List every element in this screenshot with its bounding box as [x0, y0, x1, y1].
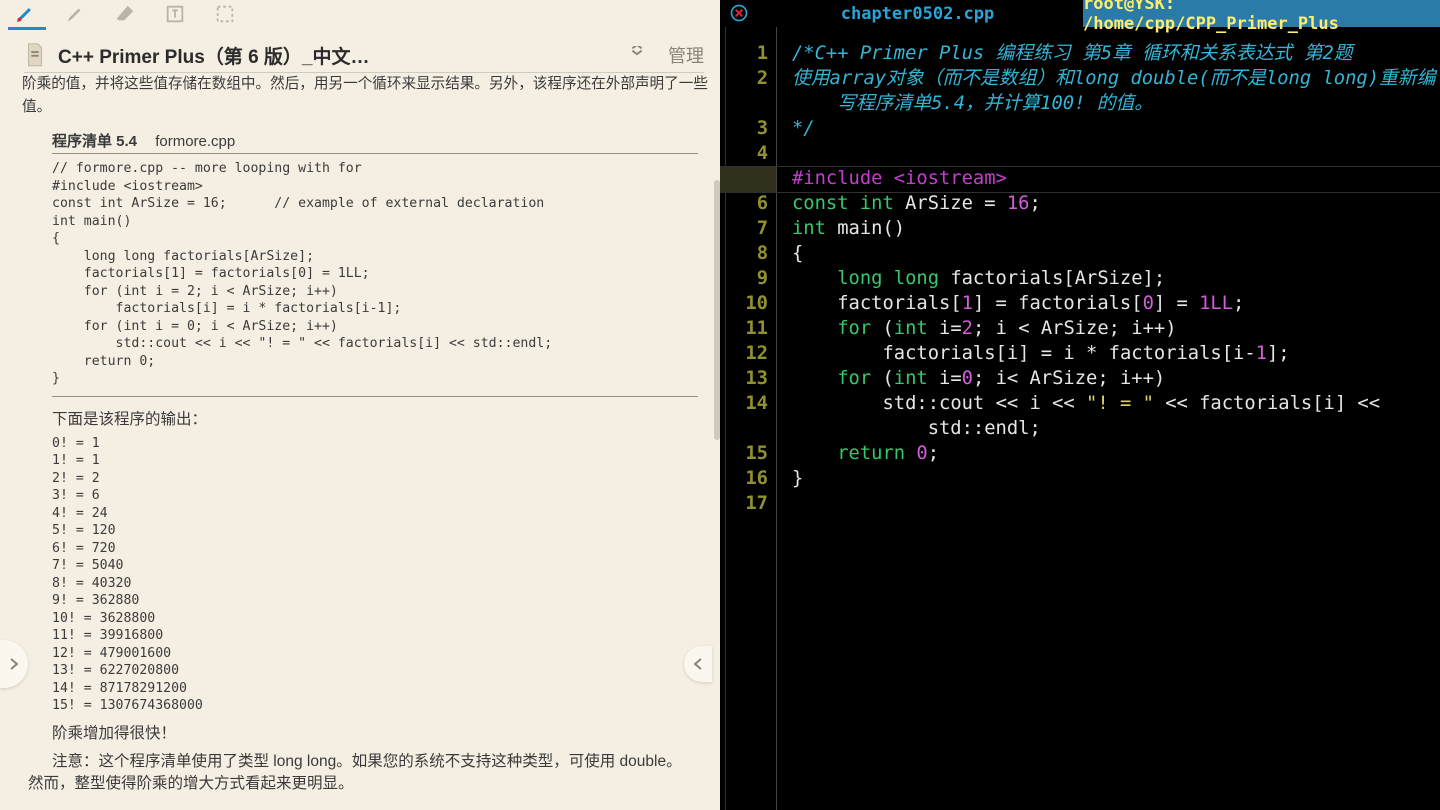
fast-remark: 阶乘增加得很快！ — [52, 721, 708, 743]
tab-file[interactable]: chapter0502.cpp — [752, 0, 1083, 27]
code-content: std::cout << i << "! = " << factorials[i… — [772, 391, 1380, 416]
selection-icon[interactable] — [214, 3, 236, 25]
document-body[interactable]: 阶乘的值，并将这些值存储在数组中。然后，用另一个循环来显示结果。另外，该程序还在… — [22, 73, 708, 810]
code-line[interactable]: 14 std::cout << i << "! = " << factorial… — [720, 391, 1440, 416]
code-content: /*C++ Primer Plus 编程练习 第5章 循环和关系表达式 第2题 — [772, 41, 1353, 66]
code-area[interactable]: 1/*C++ Primer Plus 编程练习 第5章 循环和关系表达式 第2题… — [720, 41, 1440, 516]
code-line[interactable]: 15 return 0; — [720, 441, 1440, 466]
line-number: 6 — [720, 191, 772, 216]
code-line[interactable]: 3*/ — [720, 116, 1440, 141]
tab-file-label: chapter0502.cpp — [841, 4, 995, 24]
code-content: int main() — [772, 216, 905, 241]
code-line[interactable]: 5#include <iostream> — [720, 166, 1440, 191]
code-content — [772, 141, 792, 166]
line-number: 14 — [720, 391, 772, 416]
code-line[interactable]: 11 for (int i=2; i < ArSize; i++) — [720, 316, 1440, 341]
title-dropdown-icon[interactable] — [630, 46, 644, 65]
document-icon — [24, 42, 46, 68]
pdf-reader-pane: C++ Primer Plus（第 6 版）_中文… 管理 阶乘的值，并将这些值… — [0, 0, 720, 810]
line-number: 16 — [720, 466, 772, 491]
note-paragraph: 注意：这个程序清单使用了类型 long long。如果您的系统不支持这种类型，可… — [28, 751, 684, 796]
eraser-icon[interactable] — [114, 3, 136, 25]
output-intro: 下面是该程序的输出： — [52, 407, 708, 429]
highlighter-icon[interactable] — [64, 3, 86, 25]
code-content: */ — [772, 116, 815, 141]
line-number: 4 — [720, 141, 772, 166]
line-number — [720, 91, 772, 116]
code-line[interactable]: 4 — [720, 141, 1440, 166]
line-number: 1 — [720, 41, 772, 66]
code-editor-pane: chapter0502.cpp root@YSK: /home/cpp/CPP_… — [720, 0, 1440, 810]
code-content: { — [772, 241, 803, 266]
code-line[interactable]: 13 for (int i=0; i< ArSize; i++) — [720, 366, 1440, 391]
code-content: 使用array对象（而不是数组）和long double(而不是long lon… — [772, 66, 1435, 91]
code-content: factorials[i] = i * factorials[i-1]; — [772, 341, 1290, 366]
listing-rule-top — [52, 153, 698, 154]
annotation-toolbar — [0, 0, 236, 28]
line-number: 2 — [720, 66, 772, 91]
line-number — [720, 416, 772, 441]
line-number: 5 — [720, 166, 772, 191]
manage-button[interactable]: 管理 — [668, 42, 704, 68]
code-content: return 0; — [772, 441, 939, 466]
code-line[interactable]: 8{ — [720, 241, 1440, 266]
text-box-icon[interactable] — [164, 3, 186, 25]
close-icon[interactable] — [726, 0, 752, 26]
line-number: 7 — [720, 216, 772, 241]
code-editor[interactable]: 1/*C++ Primer Plus 编程练习 第5章 循环和关系表达式 第2题… — [720, 27, 1440, 810]
code-line[interactable]: 2使用array对象（而不是数组）和long double(而不是long lo… — [720, 66, 1440, 91]
code-content — [772, 491, 792, 516]
code-content: for (int i=2; i < ArSize; i++) — [772, 316, 1177, 341]
listing-filename: formore.cpp — [155, 133, 235, 150]
code-content: 写程序清单5.4，并计算100! 的值。 — [772, 91, 1153, 116]
line-number: 15 — [720, 441, 772, 466]
line-number: 11 — [720, 316, 772, 341]
line-number: 13 — [720, 366, 772, 391]
tab-terminal[interactable]: root@YSK: /home/cpp/CPP_Primer_Plus — [1083, 0, 1440, 27]
code-line[interactable]: 9 long long factorials[ArSize]; — [720, 266, 1440, 291]
code-line[interactable]: std::endl; — [720, 416, 1440, 441]
active-tool-underline — [8, 27, 46, 30]
listing-rule-bottom — [52, 396, 698, 397]
code-line[interactable]: 1/*C++ Primer Plus 编程练习 第5章 循环和关系表达式 第2题 — [720, 41, 1440, 66]
code-line[interactable]: 7int main() — [720, 216, 1440, 241]
line-number: 8 — [720, 241, 772, 266]
line-number: 12 — [720, 341, 772, 366]
document-titlebar: C++ Primer Plus（第 6 版）_中文… 管理 — [24, 38, 704, 72]
code-content: #include <iostream> — [772, 166, 1007, 191]
code-line[interactable]: 6const int ArSize = 16; — [720, 191, 1440, 216]
code-content: factorials[1] = factorials[0] = 1LL; — [772, 291, 1244, 316]
line-number: 10 — [720, 291, 772, 316]
code-line[interactable]: 16} — [720, 466, 1440, 491]
line-number: 9 — [720, 266, 772, 291]
program-output: 0! = 1 1! = 1 2! = 2 3! = 6 4! = 24 5! =… — [52, 435, 708, 715]
line-number: 3 — [720, 116, 772, 141]
listing-code: // formore.cpp -- more looping with for … — [52, 160, 708, 388]
code-line[interactable]: 写程序清单5.4，并计算100! 的值。 — [720, 91, 1440, 116]
code-content: std::endl; — [772, 416, 1041, 441]
code-content: const int ArSize = 16; — [772, 191, 1041, 216]
document-title[interactable]: C++ Primer Plus（第 6 版）_中文… — [58, 42, 370, 69]
prev-page-button[interactable] — [684, 646, 712, 682]
listing-heading: 程序清单 5.4 formore.cpp — [52, 130, 708, 151]
code-content: } — [772, 466, 803, 491]
editor-tab-bar: chapter0502.cpp root@YSK: /home/cpp/CPP_… — [726, 0, 1440, 27]
code-line[interactable]: 10 factorials[1] = factorials[0] = 1LL; — [720, 291, 1440, 316]
code-line[interactable]: 12 factorials[i] = i * factorials[i-1]; — [720, 341, 1440, 366]
pen-icon[interactable] — [14, 3, 36, 25]
code-content: long long factorials[ArSize]; — [772, 266, 1165, 291]
code-line[interactable]: 17 — [720, 491, 1440, 516]
line-number: 17 — [720, 491, 772, 516]
intro-paragraph: 阶乘的值，并将这些值存储在数组中。然后，用另一个循环来显示结果。另外，该程序还在… — [22, 73, 708, 118]
listing-number: 程序清单 5.4 — [52, 133, 137, 150]
code-content: for (int i=0; i< ArSize; i++) — [772, 366, 1165, 391]
